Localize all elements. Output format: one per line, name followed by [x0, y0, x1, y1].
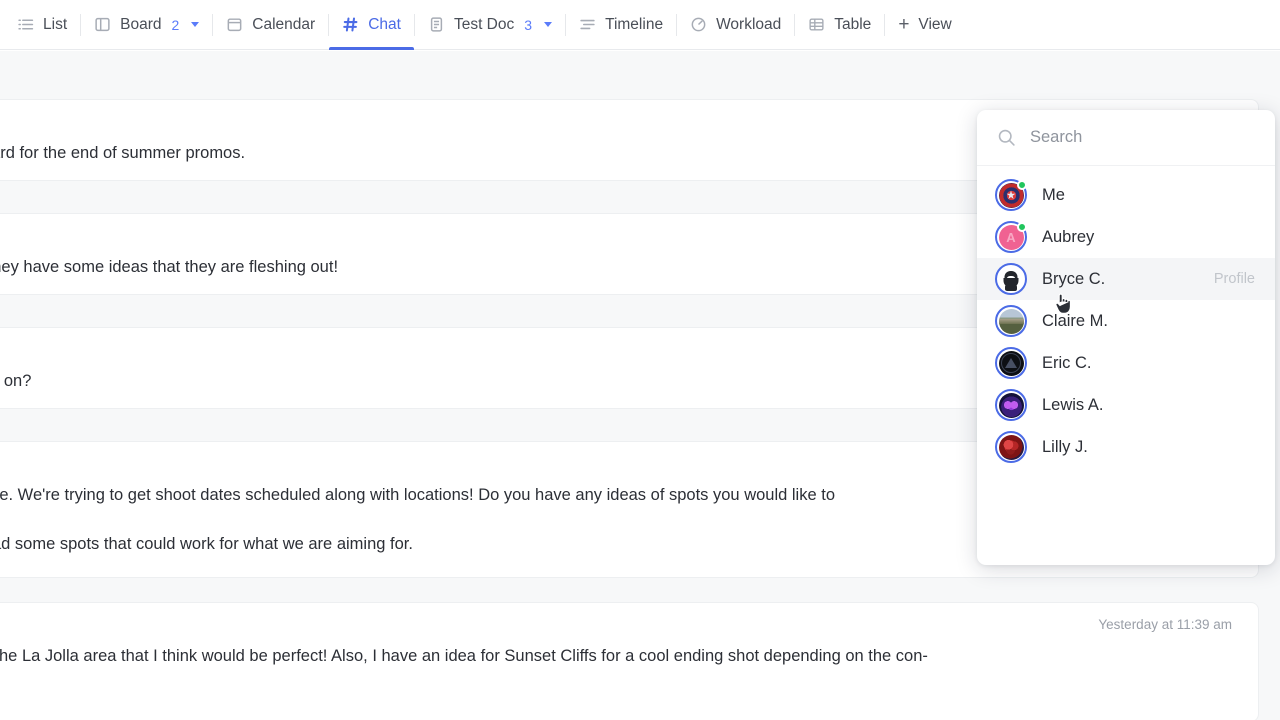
member-row-lewis-a[interactable]: Lewis A.: [977, 384, 1275, 426]
member-row-me[interactable]: Me: [977, 174, 1275, 216]
workload-icon: [690, 16, 707, 33]
avatar-image: [999, 309, 1024, 334]
chat-message-item[interactable]: commented Yesterday at 11:39 am e C. Yes…: [0, 602, 1259, 720]
avatar: A: [995, 221, 1027, 253]
add-view-button[interactable]: + View: [885, 0, 964, 50]
avatar: [995, 347, 1027, 379]
members-popover: Me A Aubrey Bryce C. Profile Claire M.: [977, 110, 1275, 565]
view-tab-label: Calendar: [252, 16, 315, 34]
hash-icon: [342, 16, 359, 33]
avatar-image: [999, 435, 1024, 460]
avatar-image: [999, 351, 1024, 376]
table-icon: [808, 16, 825, 33]
member-row-bryce-c[interactable]: Bryce C. Profile: [977, 258, 1275, 300]
view-bar: List Board 2 Calendar Chat: [0, 0, 1280, 50]
calendar-icon: [226, 16, 243, 33]
message-timestamp: Yesterday at 11:39 am: [1098, 617, 1232, 632]
member-name: Bryce C.: [1042, 270, 1105, 289]
member-row-eric-c[interactable]: Eric C.: [977, 342, 1275, 384]
message-text: mentioned that they have some ideas that…: [0, 258, 338, 276]
message-body: e C. Yes!! There are some spots in the L…: [0, 644, 1232, 669]
members-list: Me A Aubrey Bryce C. Profile Claire M.: [977, 166, 1275, 468]
message-text: J. I know you mentioned that you had som…: [0, 535, 413, 553]
view-tab-board[interactable]: Board 2: [81, 0, 212, 50]
member-row-lilly-j[interactable]: Lilly J.: [977, 426, 1275, 468]
view-tab-calendar[interactable]: Calendar: [213, 0, 328, 50]
view-tab-list[interactable]: List: [4, 0, 80, 50]
avatar: [995, 263, 1027, 295]
view-tab-label: Chat: [368, 16, 401, 34]
view-tab-count: 2: [172, 17, 180, 33]
doc-icon: [428, 16, 445, 33]
view-tab-count: 3: [524, 17, 532, 33]
view-tab-table[interactable]: Table: [795, 0, 884, 50]
member-name: Me: [1042, 186, 1065, 205]
view-tab-chat[interactable]: Chat: [329, 0, 414, 50]
active-tab-underline: [329, 47, 414, 50]
member-name: Claire M.: [1042, 312, 1108, 331]
view-tab-label: Workload: [716, 16, 781, 34]
online-status-dot: [1017, 222, 1027, 232]
view-tab-label: Board: [120, 16, 161, 34]
view-tab-label: Test Doc: [454, 16, 514, 34]
message-text: Yes!! There are some spots in the La Jol…: [0, 647, 928, 665]
avatar-image: [999, 393, 1024, 418]
online-status-dot: [1017, 180, 1027, 190]
search-icon: [997, 128, 1016, 147]
search-row[interactable]: [977, 110, 1275, 166]
avatar: [995, 431, 1027, 463]
view-tab-label: Timeline: [605, 16, 663, 34]
view-tab-timeline[interactable]: Timeline: [566, 0, 676, 50]
member-name: Lewis A.: [1042, 396, 1103, 415]
message-header: commented Yesterday at 11:39 am: [0, 617, 1232, 633]
plus-icon: +: [898, 15, 909, 34]
message-text: ed to discuss our plan moving forward fo…: [0, 144, 245, 162]
member-name: Eric C.: [1042, 354, 1092, 373]
view-tab-label: Table: [834, 16, 871, 34]
member-name: Aubrey: [1042, 228, 1094, 247]
member-name: Lilly J.: [1042, 438, 1088, 457]
board-icon: [94, 16, 111, 33]
avatar-image: [999, 267, 1024, 292]
avatar: [995, 305, 1027, 337]
message-text: I just got off a call with creative. We'…: [0, 486, 835, 504]
avatar: [995, 179, 1027, 211]
add-view-label: View: [918, 16, 951, 34]
member-row-claire-m[interactable]: Claire M.: [977, 300, 1275, 342]
message-text: What are you currently working on?: [0, 372, 31, 390]
view-tab-test-doc[interactable]: Test Doc 3: [415, 0, 565, 50]
timeline-icon: [579, 16, 596, 33]
view-tab-label: List: [43, 16, 67, 34]
view-tab-workload[interactable]: Workload: [677, 0, 794, 50]
list-icon: [17, 16, 34, 33]
profile-link[interactable]: Profile: [1214, 271, 1255, 287]
chevron-down-icon[interactable]: [191, 22, 199, 27]
avatar: [995, 389, 1027, 421]
chevron-down-icon[interactable]: [544, 22, 552, 27]
search-input[interactable]: [1030, 128, 1257, 147]
member-row-aubrey[interactable]: A Aubrey: [977, 216, 1275, 258]
